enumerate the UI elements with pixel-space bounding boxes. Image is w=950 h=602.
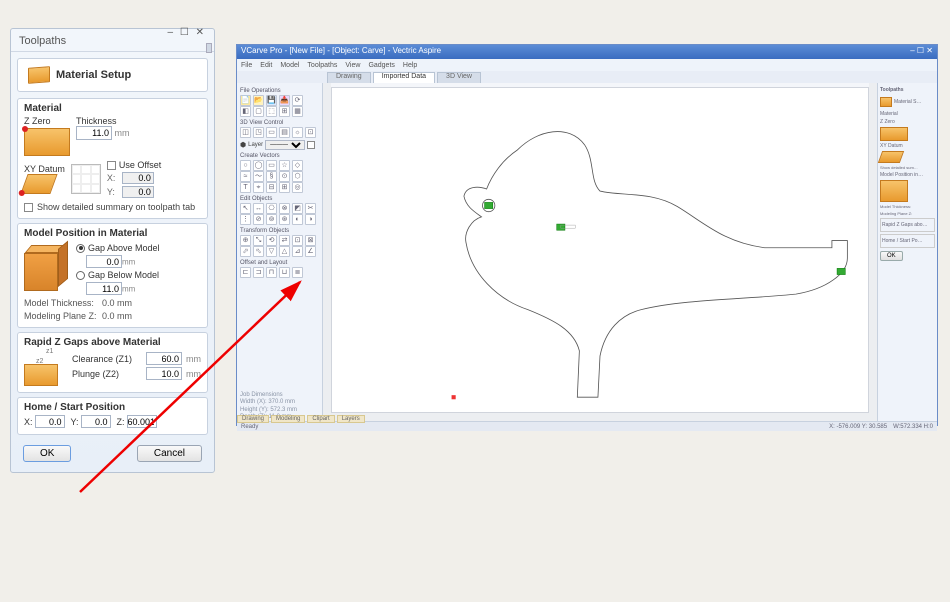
fileops-toolbar[interactable]: 📄📂💾📥⟳ [240, 95, 319, 106]
gap-above-radio[interactable]: Gap Above Model [76, 243, 160, 253]
cancel-button[interactable]: Cancel [137, 445, 202, 462]
menubar[interactable]: File Edit Model Toolpaths View Gadgets H… [237, 59, 937, 71]
menu-model[interactable]: Model [280, 62, 299, 69]
lbl-fileops: File Operations [240, 88, 319, 94]
tab-imported[interactable]: Imported Data [373, 72, 435, 83]
section-rapid-z: Rapid Z Gaps above Material z1 z2 Cleara… [17, 332, 208, 393]
edit-objects-toolbar[interactable]: ↖↔⎔⊗◩✂ [240, 203, 319, 214]
menu-view[interactable]: View [345, 62, 360, 69]
xy-parallelogram-icon [20, 174, 57, 194]
offset-y-input [122, 186, 154, 198]
gap-below-radio[interactable]: Gap Below Model [76, 270, 160, 280]
panel-pin-icon[interactable] [206, 43, 212, 53]
canvas-area[interactable]: Drawing Modeling Clipart Layers [323, 83, 877, 421]
menu-edit[interactable]: Edit [260, 62, 272, 69]
material-setup-header: Material Setup [17, 58, 208, 92]
rapid-heading: Rapid Z Gaps above Material [24, 337, 201, 348]
vector-shape [332, 88, 868, 408]
model-block-icon [24, 245, 68, 293]
section-model-position: Model Position in Material Gap Above Mod… [17, 223, 208, 328]
status-scale: W:572.334 H:0 [893, 424, 933, 430]
status-coords: X: -576.009 Y: 30.585 [829, 424, 887, 430]
drawing-canvas[interactable] [331, 87, 869, 413]
gap-above-input[interactable] [86, 255, 122, 268]
view3d-toolbar[interactable]: ◫◳▭▤☼⊡ [240, 127, 319, 138]
clearance-input[interactable] [146, 352, 182, 365]
material-slab-icon [24, 128, 70, 156]
tab-3dview[interactable]: 3D View [437, 72, 481, 83]
menu-help[interactable]: Help [403, 62, 417, 69]
material-heading: Material [24, 103, 201, 114]
status-left: Ready [241, 424, 258, 430]
lbl-transform: Transform Objects [240, 228, 319, 234]
plunge-input[interactable] [146, 367, 182, 380]
gap-below-input[interactable] [86, 282, 122, 295]
offset-x-input [122, 172, 154, 184]
rapid-slab-icon [24, 364, 58, 386]
show-detail-checkbox[interactable]: Show detailed summary on toolpath tab [24, 202, 201, 212]
menu-file[interactable]: File [241, 62, 252, 69]
zzero-label: Z Zero [24, 116, 70, 126]
ok-button[interactable]: OK [23, 445, 71, 462]
lbl-editobj: Edit Objects [240, 196, 319, 202]
offset-toolbar[interactable]: ⊏⊐⊓⊔≣ [240, 267, 319, 278]
menu-toolpaths[interactable]: Toolpaths [307, 62, 337, 69]
app-window-controls[interactable]: – ☐ ✕ [910, 46, 933, 58]
tab-drawing[interactable]: Drawing [327, 72, 371, 83]
home-z-input[interactable] [127, 415, 157, 428]
thickness-input[interactable] [76, 126, 112, 140]
layer-select[interactable]: ——— [265, 140, 305, 150]
create-vectors-toolbar[interactable]: ○◯▭☆◇ [240, 160, 319, 171]
material-setup-panel: – ☐ ✕ Toolpaths Material Setup Material … [10, 28, 215, 473]
section-material: Material Z Zero Thickness mm XY Datum [17, 98, 208, 219]
view-tabs: Drawing Imported Data 3D View [237, 71, 937, 83]
app-title: VCarve Pro - [New File] - [Object: Carve… [241, 46, 441, 58]
home-y-input[interactable] [81, 415, 111, 428]
use-offset-checkbox[interactable]: Use Offset [107, 160, 161, 170]
section-home-position: Home / Start Position X: Y: Z: [17, 397, 208, 435]
setup-title: Material Setup [56, 69, 131, 81]
datum-grid[interactable] [71, 164, 101, 194]
material-cube-icon [28, 66, 50, 84]
thickness-label: Thickness [76, 116, 130, 126]
menu-gadgets[interactable]: Gadgets [368, 62, 394, 69]
home-x-input[interactable] [35, 415, 65, 428]
left-tool-panel: File Operations 📄📂💾📥⟳ ◧▢⬚⊞▦ 3D View Cont… [237, 83, 323, 421]
lbl-3dview: 3D View Control [240, 120, 319, 126]
xy-datum-label: XY Datum [24, 164, 65, 174]
lbl-createv: Create Vectors [240, 153, 319, 159]
model-heading: Model Position in Material [24, 228, 201, 239]
left-bottom-tabs[interactable]: Drawing Modeling Clipart Layers [237, 415, 365, 423]
right-toolpath-pane: Toolpaths Material S… Material Z Zero XY… [877, 83, 937, 421]
transform-toolbar[interactable]: ⊕⤡⟲⇄⊡⊠ [240, 235, 319, 246]
right-ok-button[interactable]: OK [880, 251, 903, 261]
mm-label: mm [115, 128, 130, 138]
titlebar: VCarve Pro - [New File] - [Object: Carve… [237, 45, 937, 59]
lbl-offset: Offset and Layout [240, 260, 319, 266]
home-heading: Home / Start Position [24, 402, 201, 413]
app-window: VCarve Pro - [New File] - [Object: Carve… [236, 44, 938, 426]
panel-window-controls[interactable]: – ☐ ✕ [168, 27, 206, 38]
